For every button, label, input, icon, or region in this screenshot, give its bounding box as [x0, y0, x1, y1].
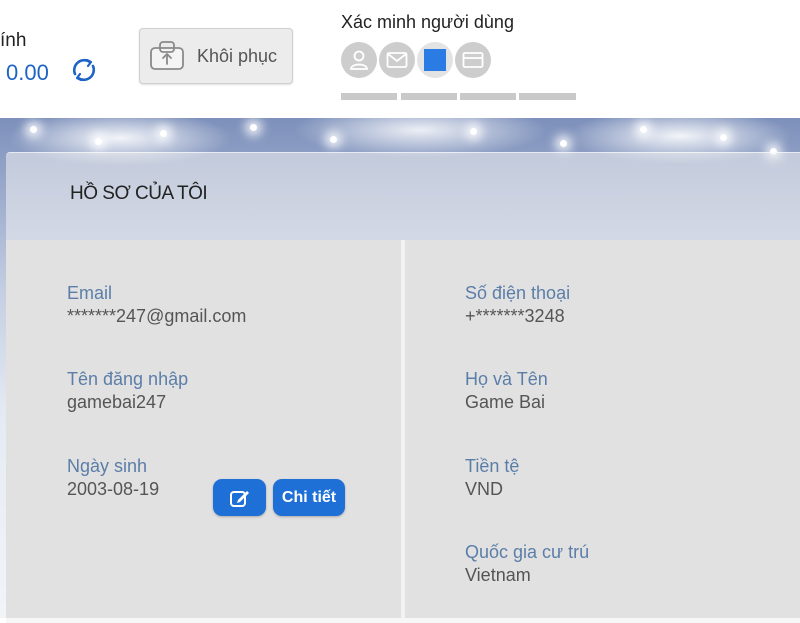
country-value: Vietnam	[465, 565, 531, 585]
fullname-label: Họ và Tên	[465, 369, 548, 389]
phone-value: +*******3248	[465, 306, 565, 326]
phone-icon[interactable]	[417, 42, 453, 78]
refresh-icon[interactable]	[70, 56, 98, 84]
progress-segment	[341, 93, 397, 100]
mail-icon[interactable]	[379, 42, 415, 78]
stadium-light	[720, 134, 727, 141]
progress-segment	[460, 93, 516, 100]
detail-button[interactable]: Chi tiết	[273, 479, 345, 516]
email-value: *******247@gmail.com	[67, 306, 247, 326]
username-label: Tên đăng nhập	[67, 369, 189, 389]
user-icon[interactable]	[341, 42, 377, 78]
stadium-light	[640, 126, 647, 133]
country-label: Quốc gia cư trú	[465, 542, 590, 562]
edit-icon	[229, 490, 249, 507]
birthdate-value: 2003-08-19	[67, 479, 160, 499]
email-label: Email	[67, 283, 113, 303]
stadium-light	[560, 140, 567, 147]
currency-label: Tiền tệ	[465, 456, 520, 476]
card-icon[interactable]	[455, 42, 491, 78]
stadium-light	[470, 128, 477, 135]
restore-label: Khôi phục	[197, 46, 278, 66]
stadium-light	[250, 124, 257, 131]
page-title: HỒ SƠ CỦA TÔI	[70, 183, 208, 204]
progress-segment	[519, 93, 576, 100]
username-value: gamebai247	[67, 392, 167, 412]
balance-value: 0.00	[6, 60, 49, 85]
stadium-light	[30, 126, 37, 133]
progress-segment	[401, 93, 457, 100]
edit-button[interactable]	[213, 479, 266, 516]
top-bar: ính 0.00 Khôi phục Xác minh người dùng	[0, 0, 800, 118]
stadium-light	[95, 138, 102, 145]
currency-value: VND	[465, 479, 504, 499]
balance-label: ính	[0, 30, 27, 51]
verification-title: Xác minh người dùng	[341, 12, 514, 32]
fullname-value: Game Bai	[465, 392, 546, 412]
birthdate-label: Ngày sinh	[67, 456, 148, 476]
wallet-icon	[150, 41, 184, 70]
stadium-light	[160, 130, 167, 137]
profile-panel-left	[6, 240, 401, 618]
stadium-light	[330, 136, 337, 143]
restore-button[interactable]: Khôi phục	[139, 28, 293, 84]
phone-label: Số điện thoại	[465, 283, 571, 303]
